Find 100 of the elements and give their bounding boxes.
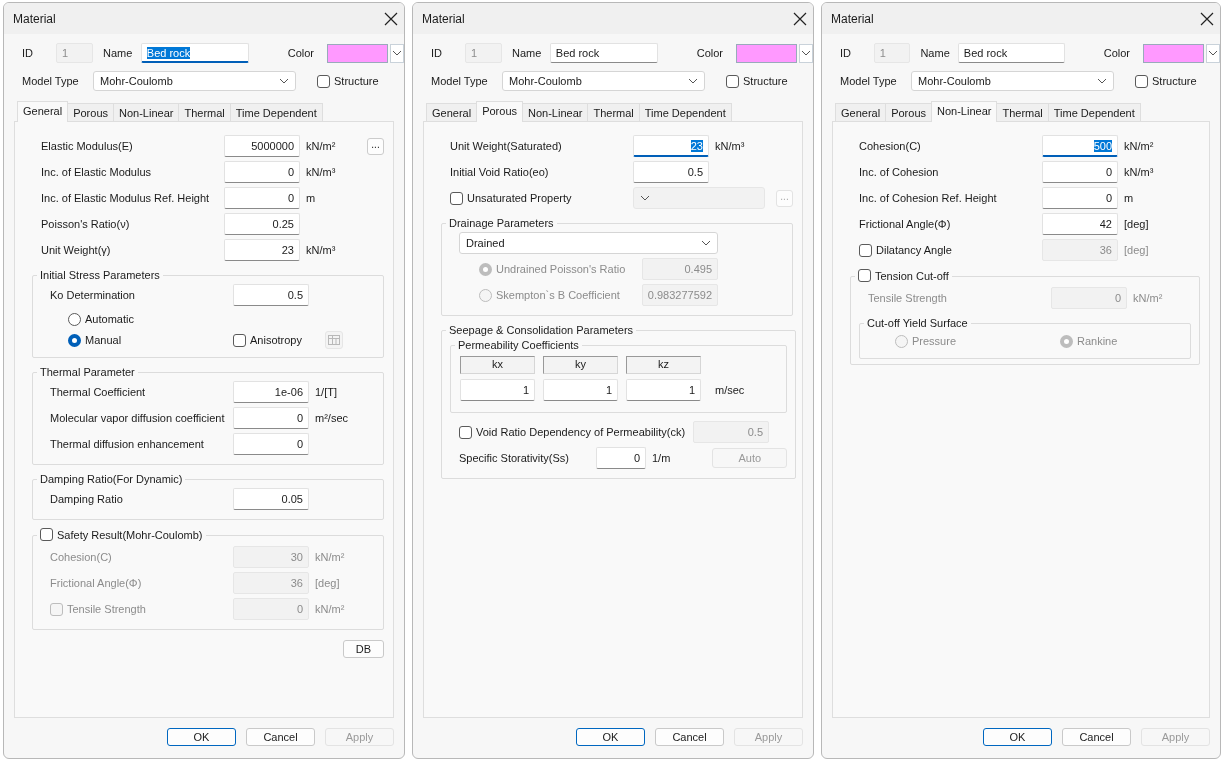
close-icon[interactable] xyxy=(793,11,807,26)
color-swatch[interactable] xyxy=(736,43,797,63)
value-field[interactable]: 0 xyxy=(1042,187,1118,209)
checkbox[interactable]: Void Ratio Dependency of Permeability(ck) xyxy=(459,425,693,439)
value-field[interactable]: 23 xyxy=(633,135,709,157)
value-field[interactable]: 0 xyxy=(233,407,309,429)
field-label: Model Type xyxy=(431,75,489,87)
name-field[interactable]: Bed rock xyxy=(140,43,249,63)
value-field[interactable]: 0 xyxy=(224,187,300,209)
value-field[interactable]: 0 xyxy=(224,161,300,183)
field-label: Inc. of Cohesion Ref. Height xyxy=(859,192,998,204)
dialog-button[interactable]: Cancel xyxy=(246,728,315,746)
dialog-button[interactable]: OK xyxy=(167,728,236,746)
checkbox[interactable]: Anisotropy xyxy=(233,333,309,347)
unit-label: kN/m³ xyxy=(1124,166,1154,178)
value-field[interactable]: 1 xyxy=(543,379,618,401)
name-field[interactable]: Bed rock xyxy=(957,43,1065,63)
value-field[interactable]: 1 xyxy=(626,379,701,401)
field-label: Frictional Angle(Φ) xyxy=(50,577,143,589)
dropdown-button[interactable] xyxy=(799,43,813,63)
value-field[interactable]: 0.5 xyxy=(633,161,709,183)
checkbox[interactable]: Unsaturated Property xyxy=(450,191,633,205)
tab[interactable]: Thermal xyxy=(587,103,640,121)
field-label: ID xyxy=(840,47,852,59)
tab[interactable]: Porous xyxy=(476,101,523,122)
value-field[interactable]: 500 xyxy=(1042,135,1118,157)
radio-button[interactable]: Manual xyxy=(68,333,233,347)
field-label: Frictional Angle(Φ) xyxy=(859,218,952,230)
value-field[interactable]: 0.25 xyxy=(224,213,300,235)
name-field[interactable]: Bed rock xyxy=(549,43,658,63)
unit-label: kN/m³ xyxy=(715,140,745,152)
unit-label: m xyxy=(306,192,316,204)
group-title: Initial Stress Parameters xyxy=(40,269,160,281)
chevron-icon xyxy=(688,78,698,84)
tab[interactable]: Porous xyxy=(67,103,114,121)
tab[interactable]: Thermal xyxy=(996,103,1049,121)
tab[interactable]: Time Dependent xyxy=(638,103,732,121)
unit-label: m/sec xyxy=(714,384,746,396)
color-swatch[interactable] xyxy=(327,43,388,63)
dialog-button[interactable]: OK xyxy=(576,728,645,746)
close-icon[interactable] xyxy=(1200,11,1214,26)
checkbox[interactable]: Structure xyxy=(317,74,379,88)
tab[interactable]: Non-Linear xyxy=(522,103,589,121)
value-field[interactable]: 0 xyxy=(233,433,309,455)
table-icon xyxy=(328,335,340,345)
tab[interactable]: Time Dependent xyxy=(1047,103,1141,121)
value-field[interactable]: 0.5 xyxy=(233,284,309,306)
dropdown[interactable]: Mohr-Coulomb xyxy=(502,71,705,91)
more-button[interactable]: ... xyxy=(367,137,384,155)
db-button[interactable]: DB xyxy=(343,640,384,658)
chevron-icon xyxy=(279,78,289,84)
field-label: ID xyxy=(22,47,34,59)
checkbox[interactable]: Safety Result(Mohr-Coulomb) xyxy=(40,528,203,541)
tab[interactable]: General xyxy=(17,101,69,122)
dropdown[interactable]: Mohr-Coulomb xyxy=(93,71,296,91)
value-field[interactable]: 42 xyxy=(1042,213,1118,235)
column-header: ky xyxy=(543,356,618,374)
value-field[interactable]: 1e-06 xyxy=(233,381,309,403)
tab[interactable]: General xyxy=(835,103,887,121)
field-label: Color xyxy=(696,47,723,59)
value-field[interactable]: 23 xyxy=(224,239,300,261)
tab[interactable]: General xyxy=(426,103,478,121)
chevron-icon xyxy=(1208,50,1218,56)
value-field[interactable]: 5000000 xyxy=(224,135,300,157)
value-field[interactable]: 1 xyxy=(460,379,535,401)
field-label: ID xyxy=(431,47,443,59)
tab[interactable]: Time Dependent xyxy=(229,103,323,121)
unit-label: m xyxy=(1124,192,1134,204)
checkbox[interactable]: Dilatancy Angle xyxy=(859,243,1042,257)
dialog-button[interactable]: OK xyxy=(983,728,1052,746)
dialog-button[interactable]: Cancel xyxy=(1062,728,1131,746)
checkbox[interactable]: Structure xyxy=(1135,74,1197,88)
field-label: Initial Void Ratio(eo) xyxy=(450,166,550,178)
value-field[interactable]: 0.05 xyxy=(233,488,309,510)
dropdown[interactable]: Mohr-Coulomb xyxy=(911,71,1114,91)
group-title: Thermal Parameter xyxy=(40,366,135,378)
field-label: Thermal Coefficient xyxy=(50,386,147,398)
window-title: Material xyxy=(13,11,56,26)
field-label: Elastic Modulus(E) xyxy=(41,140,134,152)
field-label: Inc. of Elastic Modulus xyxy=(41,166,153,178)
checkbox[interactable]: Structure xyxy=(726,74,788,88)
value-field[interactable]: 0 xyxy=(596,447,646,469)
dropdown-button[interactable] xyxy=(1206,43,1220,63)
unit-label: kN/m² xyxy=(315,551,345,563)
radio-button[interactable]: Automatic xyxy=(68,312,233,326)
tab[interactable]: Non-Linear xyxy=(113,103,180,121)
dropdown-button[interactable] xyxy=(390,43,404,63)
dialog-button[interactable]: Cancel xyxy=(655,728,724,746)
dropdown[interactable]: Drained xyxy=(459,232,718,254)
unit-label: kN/m³ xyxy=(306,244,336,256)
close-icon[interactable] xyxy=(384,11,398,26)
checkbox[interactable]: Tension Cut-off xyxy=(858,269,949,282)
unit-label: [deg] xyxy=(315,577,340,589)
field-label: Damping Ratio xyxy=(50,493,124,505)
tab[interactable]: Non-Linear xyxy=(931,101,998,122)
tab[interactable]: Porous xyxy=(885,103,932,121)
window-title: Material xyxy=(831,11,874,26)
value-field[interactable]: 0 xyxy=(1042,161,1118,183)
tab[interactable]: Thermal xyxy=(178,103,231,121)
color-swatch[interactable] xyxy=(1143,43,1204,63)
